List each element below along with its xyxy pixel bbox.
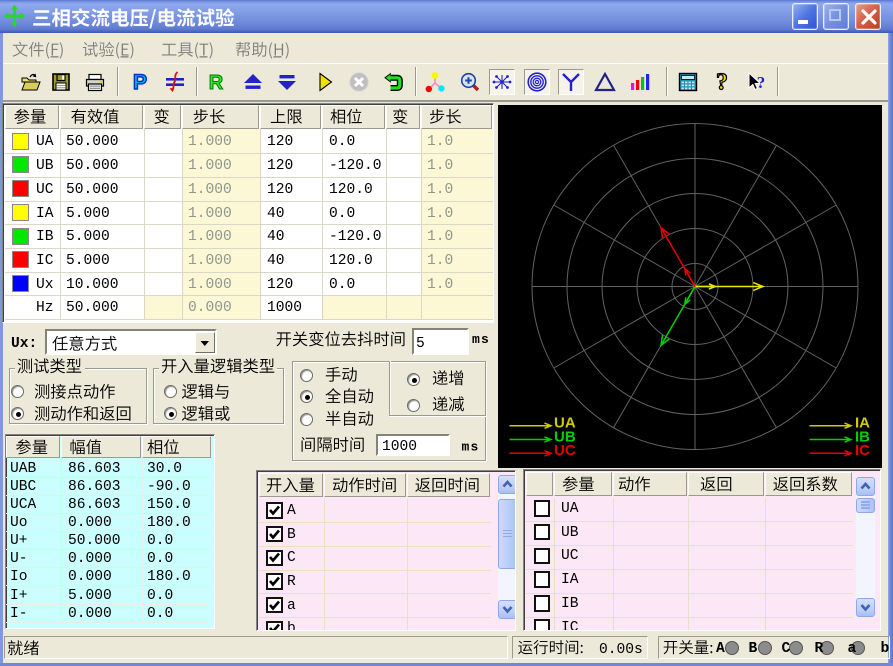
svg-text:R: R [209,72,224,93]
svg-text:IC: IC [855,442,870,459]
svg-text:?: ? [716,71,728,93]
svg-text:ms: ms [472,332,490,347]
svg-text:UC: UC [554,442,576,459]
svg-text:P: P [133,71,147,93]
